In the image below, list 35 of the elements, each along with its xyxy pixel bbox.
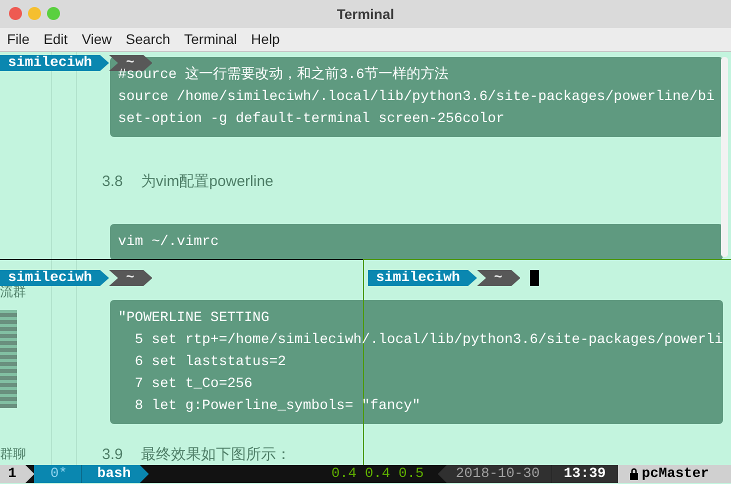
prompt-directory: ~: [109, 270, 152, 286]
heading-text: 最终效果如下图所示：: [140, 444, 291, 464]
code-line: 7 set t_Co=256: [134, 374, 254, 394]
code-line: source /home/simileciwh/.local/lib/python3.6/site-packages/powerline/bi: [118, 88, 716, 107]
minimize-icon[interactable]: [28, 7, 41, 20]
code-line: vim ~/.vimrc: [118, 232, 220, 252]
close-icon[interactable]: [9, 7, 22, 20]
prompt-user: simileciwh: [0, 270, 110, 286]
heading-number: 3.8: [102, 172, 123, 192]
code-line: "POWERLINE SETTING: [118, 308, 270, 328]
menu-item[interactable]: File: [0, 29, 37, 50]
date-text: 2018-10-30: [438, 465, 552, 483]
prompt-directory: ~: [477, 270, 520, 286]
lock-icon: [630, 468, 638, 480]
heading-text: 为vim配置powerline: [140, 172, 274, 192]
host-name: pcMaster: [638, 465, 731, 483]
sidebar-text: 流群: [0, 283, 27, 301]
menu-item[interactable]: Help: [244, 29, 287, 50]
code-line: set-option -g default-terminal screen-256color: [118, 110, 506, 129]
scrollbar[interactable]: [721, 57, 728, 257]
menu-item[interactable]: Terminal: [177, 29, 244, 50]
load-average: 0.4 0.4 0.5: [331, 465, 425, 483]
prompt-user: simileciwh: [368, 270, 478, 286]
code-line: 6 set laststatus=2: [134, 352, 288, 372]
window-title: Terminal: [336, 4, 394, 24]
session-number: 1: [0, 465, 34, 483]
menu-item[interactable]: Search: [118, 29, 178, 50]
window-tab[interactable]: bash: [81, 465, 149, 483]
prompt-user: simileciwh: [0, 55, 110, 71]
sidebar-text: 群聊: [0, 444, 27, 462]
time-text: 13:39: [552, 465, 618, 483]
maximize-icon[interactable]: [47, 7, 60, 20]
heading-number: 3.9: [102, 444, 123, 464]
menu-item[interactable]: Edit: [36, 29, 75, 50]
menu-item[interactable]: View: [74, 29, 119, 50]
